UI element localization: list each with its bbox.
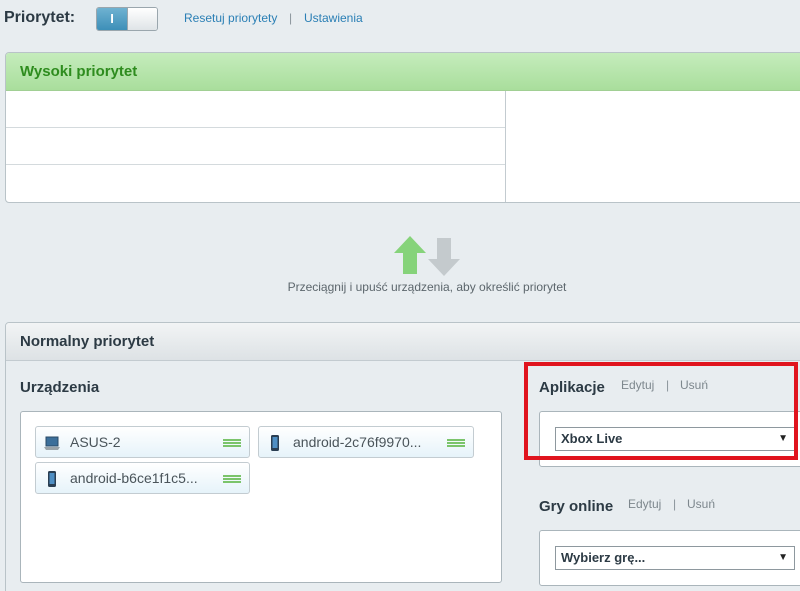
games-box: Wybierz grę... ▼ [539, 530, 800, 586]
devices-list[interactable]: ASUS-2 android-2c76f9970... android-b6ce… [20, 411, 502, 583]
high-priority-drop-zone[interactable] [6, 91, 506, 202]
apps-delete-link[interactable]: Usuń [680, 378, 708, 392]
phone-icon [271, 435, 279, 451]
games-delete-link[interactable]: Usuń [687, 497, 715, 511]
drag-handle-icon[interactable] [223, 475, 241, 483]
app-select[interactable]: Xbox Live ▼ [555, 427, 795, 451]
toggle-knob[interactable] [127, 8, 157, 30]
devices-title: Urządzenia [20, 379, 100, 396]
priority-toggle[interactable]: I [96, 7, 158, 31]
laptop-icon [44, 436, 60, 450]
high-priority-slot[interactable] [6, 91, 505, 128]
priority-label: Priorytet: [4, 9, 76, 26]
device-item[interactable]: android-b6ce1f1c5... [35, 462, 250, 494]
apps-box: Xbox Live ▼ [539, 411, 800, 467]
device-name: android-2c76f9970... [293, 434, 422, 450]
high-priority-title: Wysoki priorytet [6, 53, 800, 91]
apps-title: Aplikacje [539, 379, 605, 396]
app-select-value: Xbox Live [561, 431, 623, 446]
reset-priorities-link[interactable]: Resetuj priorytety [184, 11, 277, 25]
phone-icon [48, 471, 56, 487]
normal-priority-title: Normalny priorytet [6, 323, 800, 361]
apps-edit-link[interactable]: Edytuj [621, 378, 654, 392]
game-select-value: Wybierz grę... [561, 550, 646, 565]
device-name: ASUS-2 [70, 434, 121, 450]
link-separator: | [289, 11, 293, 25]
games-title: Gry online [539, 498, 614, 515]
drag-drop-hint: Przeciągnij i upuść urządzenia, aby okre… [287, 280, 567, 294]
games-edit-link[interactable]: Edytuj [628, 497, 661, 511]
chevron-down-icon[interactable]: ▼ [778, 428, 788, 450]
priority-arrows-icon [394, 236, 460, 276]
apps-link-separator: | [666, 378, 670, 392]
high-priority-panel: Wysoki priorytet [5, 52, 800, 203]
drag-handle-icon[interactable] [447, 439, 465, 447]
priority-toolbar: Priorytet: I Resetuj priorytety | Ustawi… [0, 0, 800, 40]
drag-handle-icon[interactable] [223, 439, 241, 447]
settings-link[interactable]: Ustawienia [304, 11, 363, 25]
games-link-separator: | [673, 497, 677, 511]
high-priority-side-area [506, 91, 800, 202]
game-select[interactable]: Wybierz grę... ▼ [555, 546, 795, 570]
chevron-down-icon[interactable]: ▼ [778, 547, 788, 569]
device-item[interactable]: ASUS-2 [35, 426, 250, 458]
device-item[interactable]: android-2c76f9970... [258, 426, 474, 458]
device-name: android-b6ce1f1c5... [70, 470, 198, 486]
high-priority-slot[interactable] [6, 128, 505, 165]
toggle-on-indicator: I [97, 8, 127, 30]
normal-priority-panel: Normalny priorytet Urządzenia ASUS-2 and… [5, 322, 800, 591]
high-priority-slot[interactable] [6, 165, 505, 202]
